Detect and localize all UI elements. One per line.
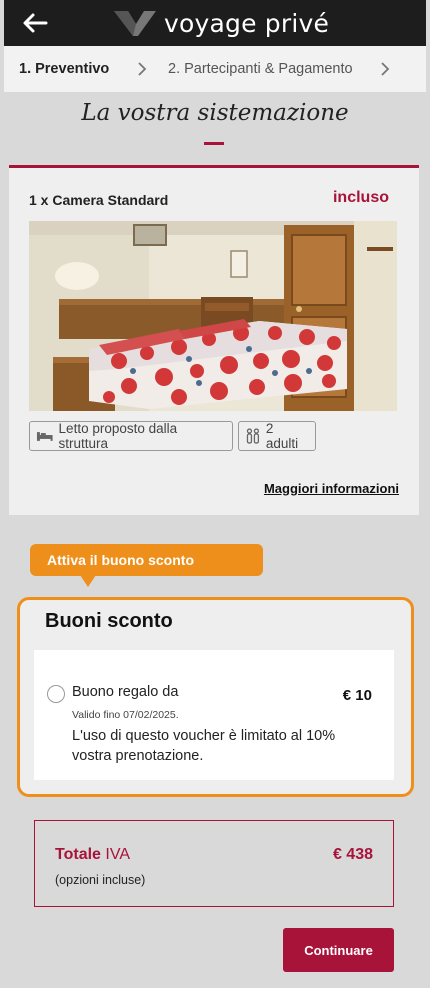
brand-name: voyage privé xyxy=(164,8,330,38)
bed-icon xyxy=(36,432,53,441)
top-bar: voyage privé xyxy=(4,0,426,46)
voucher-description: L'uso di questo voucher è limitato al 10… xyxy=(72,726,362,766)
checkout-steps: 1. Preventivo 2. Partecipanti & Pagament… xyxy=(4,46,426,92)
room-photo[interactable] xyxy=(29,221,397,411)
brand-logo[interactable]: voyage privé xyxy=(112,6,329,40)
total-label-bold: Totale xyxy=(55,846,101,863)
room-photo-illustration xyxy=(29,221,397,411)
total-value: € 438 xyxy=(332,846,373,863)
adults-icon xyxy=(246,428,260,444)
more-info-link[interactable]: Maggiori informazioni xyxy=(264,481,399,496)
continue-button[interactable]: Continuare xyxy=(283,928,394,972)
arrow-left-icon[interactable] xyxy=(20,8,50,38)
chevron-right-icon xyxy=(381,62,390,76)
voucher-section: Buoni sconto Buono regalo da € 10 Valido… xyxy=(17,597,414,797)
total-box: Totale IVA € 438 (opzioni incluse) xyxy=(34,820,394,907)
room-name: 1 x Camera Standard xyxy=(29,192,169,208)
total-label: Totale IVA xyxy=(55,846,130,864)
voucher-radio[interactable] xyxy=(47,685,65,703)
voucher-item[interactable]: Buono regalo da € 10 Valido fino 07/02/2… xyxy=(34,650,394,780)
voucher-desc-line1: L'uso di questo voucher è limitato al 10… xyxy=(72,728,336,744)
room-price: incluso xyxy=(332,189,389,206)
voucher-label: Buono regalo da xyxy=(72,684,179,700)
room-card: 1 x Camera Standard incluso Letto propos… xyxy=(9,165,419,515)
total-note: (opzioni incluse) xyxy=(55,873,146,887)
voucher-amount: € 10 xyxy=(342,687,372,704)
step-quote[interactable]: 1. Preventivo xyxy=(19,61,109,77)
chevron-right-icon xyxy=(138,62,147,76)
adults-chip: 2 adulti xyxy=(238,421,316,451)
voucher-validity: Valido fino 07/02/2025. xyxy=(72,709,179,721)
voucher-title: Buoni sconto xyxy=(45,610,173,632)
voucher-desc-line2: vostra prenotazione. xyxy=(72,748,204,764)
title-divider xyxy=(204,142,224,145)
callout-tail xyxy=(80,575,96,587)
activate-voucher-callout: Attiva il buono sconto xyxy=(30,544,263,576)
section-title: La vostra sistemazione xyxy=(81,100,349,126)
step-participants-payment[interactable]: 2. Partecipanti & Pagamento xyxy=(168,61,353,77)
logo-mark-icon xyxy=(114,11,156,36)
total-label-vat: IVA xyxy=(105,846,130,863)
bed-info-chip: Letto proposto dalla struttura xyxy=(29,421,233,451)
adults-label: 2 adulti xyxy=(265,421,299,451)
bed-info-label: Letto proposto dalla struttura xyxy=(58,421,178,451)
